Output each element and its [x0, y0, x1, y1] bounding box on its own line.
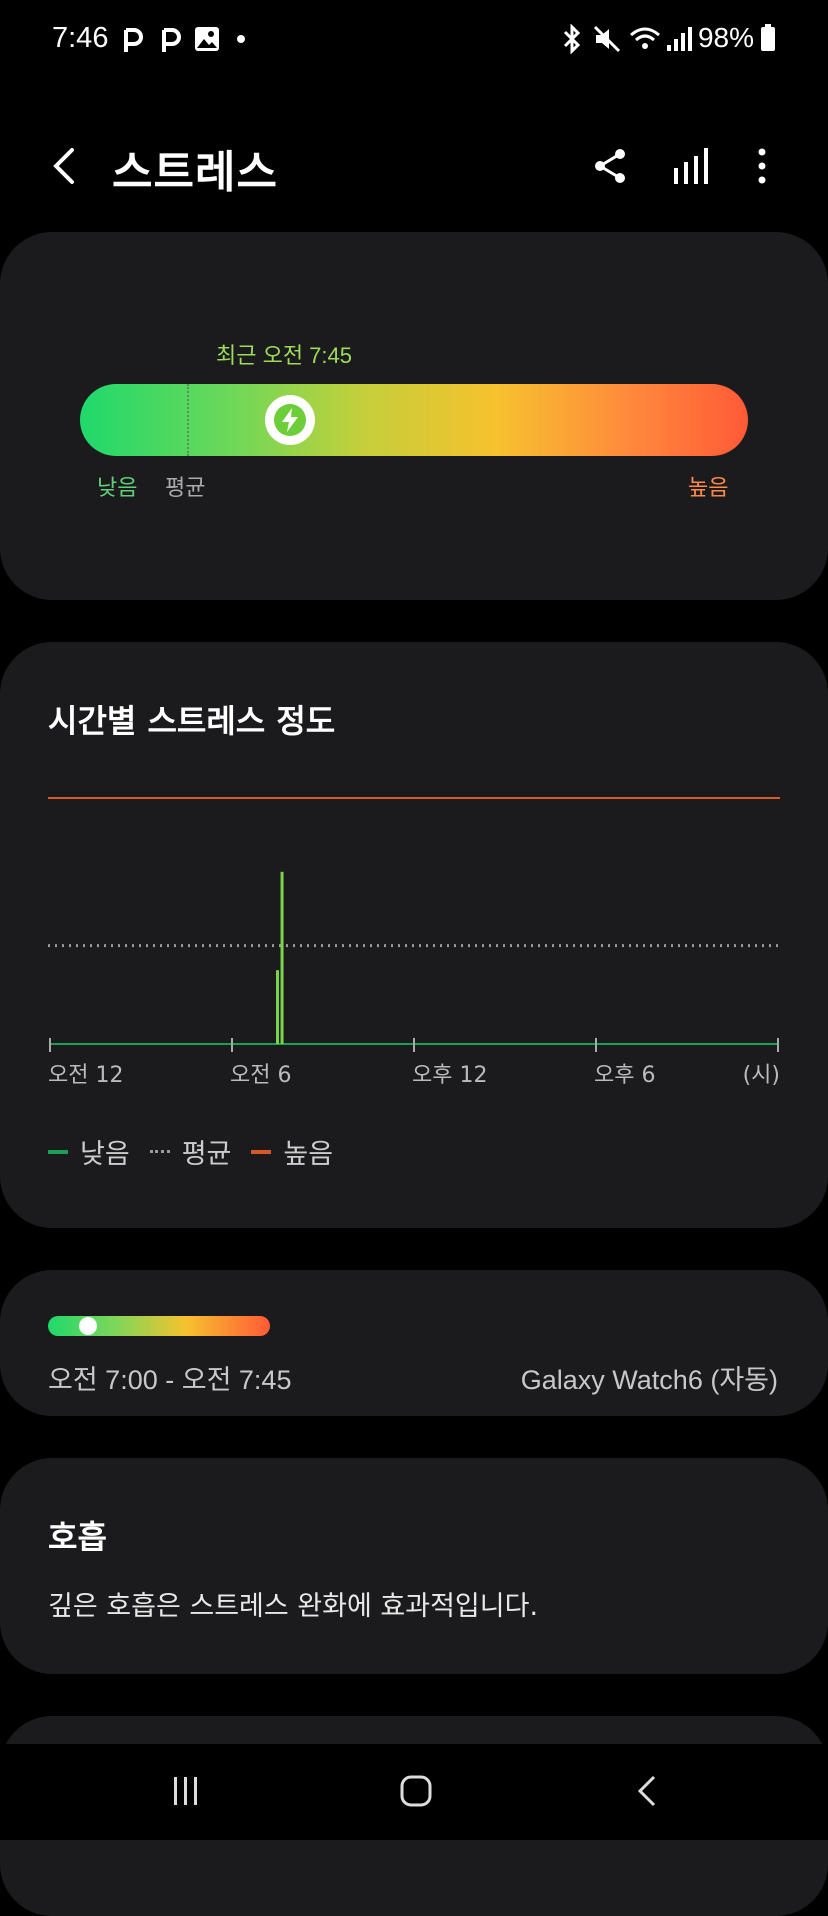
legend-high: 높음 [251, 1132, 333, 1171]
battery-icon [761, 24, 775, 51]
recent-apps-button[interactable] [156, 1766, 216, 1816]
status-time: 7:46 [52, 22, 109, 54]
stress-gauge-card[interactable]: 최근 오전 7:45 낮음 평균 높음 [0, 232, 828, 600]
back-icon [637, 1775, 656, 1807]
trends-button[interactable] [668, 144, 712, 188]
average-marker [186, 384, 189, 456]
gauge-high-label: 높음 [688, 476, 729, 501]
legend-average: 평균 [149, 1132, 232, 1171]
nav-back-button[interactable] [618, 1766, 678, 1816]
gauge-average-label: 평균 [165, 476, 206, 501]
measurement-device: Galaxy Watch6 (자동) [520, 1365, 778, 1395]
x-tick-label: 오후 12 [412, 1063, 487, 1088]
gauge-low-label: 낮음 [97, 476, 138, 501]
legend-average-swatch [149, 1150, 170, 1153]
x-tick-label: 오후 6 [594, 1063, 655, 1088]
p-app-icon [160, 22, 182, 56]
stress-bar [276, 970, 279, 1044]
wifi-icon [628, 22, 662, 56]
mute-icon [592, 22, 622, 56]
legend-average-label: 평균 [181, 1139, 232, 1170]
home-icon [400, 1775, 432, 1807]
share-icon [595, 149, 625, 183]
stress-bar [280, 871, 284, 1044]
latest-measurement-card[interactable]: 오전 7:00 - 오전 7:45 Galaxy Watch6 (자동) [0, 1270, 828, 1416]
recents-icon [174, 1777, 197, 1805]
breathing-description: 깊은 호흡은 스트레스 완화에 효과적입니다. [48, 1591, 539, 1622]
chevron-left-icon [53, 148, 74, 184]
latest-level-bar [48, 1316, 270, 1336]
more-vert-icon [758, 148, 766, 184]
battery-percent: 98% [697, 22, 754, 53]
chart-legend: 낮음 평균 높음 [48, 1132, 353, 1171]
back-button[interactable] [44, 144, 88, 188]
more-options-button[interactable] [740, 144, 784, 188]
legend-low-swatch [48, 1149, 68, 1154]
dot-icon [236, 22, 246, 56]
app-bar: 스트레스 [0, 120, 828, 212]
gallery-icon [194, 22, 220, 56]
bluetooth-icon [560, 22, 584, 56]
share-button[interactable] [588, 144, 632, 188]
legend-high-swatch [251, 1149, 272, 1154]
signal-icon [666, 22, 692, 56]
x-tick-label: 오전 12 [48, 1063, 123, 1088]
breathing-card[interactable]: 호흡 깊은 호흡은 스트레스 완화에 효과적입니다. [0, 1458, 828, 1674]
legend-low: 낮음 [48, 1132, 130, 1171]
legend-low-label: 낮음 [80, 1139, 130, 1170]
p-app-icon [122, 22, 144, 56]
home-button[interactable] [386, 1766, 446, 1816]
breathing-title: 호흡 [48, 1518, 107, 1556]
legend-high-label: 높음 [283, 1139, 334, 1170]
x-tick-label: 오전 6 [230, 1063, 291, 1088]
recent-measure-label: 최근 오전 7:45 [216, 343, 353, 368]
measurement-time-range: 오전 7:00 - 오전 7:45 [48, 1365, 292, 1395]
page-title: 스트레스 [112, 147, 278, 198]
latest-level-indicator [78, 1317, 97, 1335]
hourly-stress-chart: 오전 12 오전 6 오후 12 오후 6 (시) [48, 797, 780, 1088]
bar-chart-icon [674, 148, 708, 184]
hourly-stress-card[interactable]: 시간별 스트레스 정도 오전 12 오전 6 오후 12 오후 6 (시) 낮음 평균 … [0, 642, 828, 1228]
current-level-indicator [265, 395, 316, 445]
battery-status: 98% [698, 22, 776, 54]
stress-gauge-bar [80, 384, 748, 456]
lightning-icon [274, 404, 307, 436]
navigation-bar [0, 1744, 828, 1840]
status-bar: 7:46 98% [0, 0, 828, 80]
x-tick-label: (시) [743, 1063, 780, 1088]
